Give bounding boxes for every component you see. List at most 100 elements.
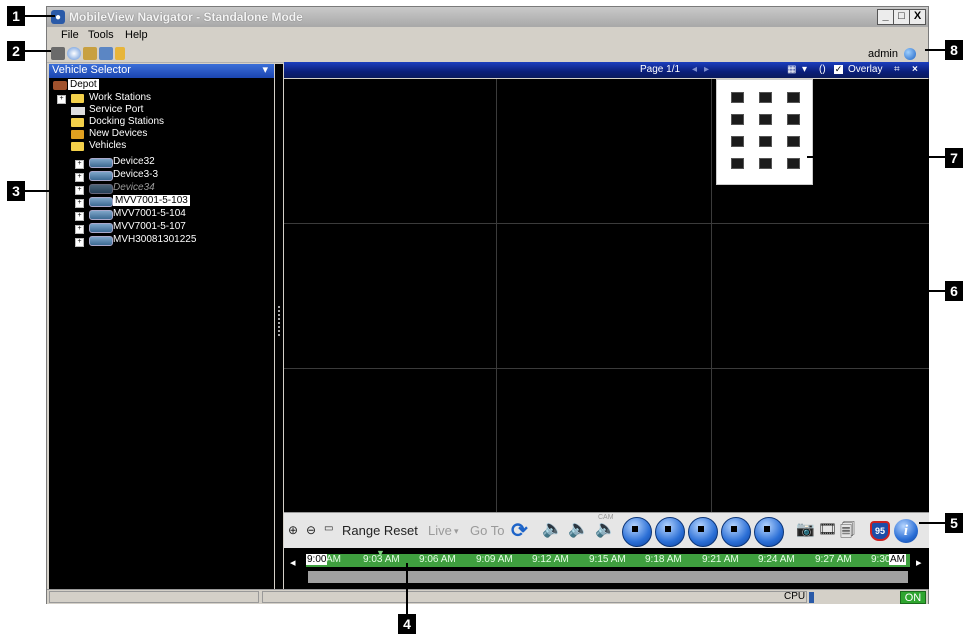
layout-7-icon[interactable] (787, 136, 800, 147)
expand-icon[interactable]: + (75, 225, 84, 234)
rewind-button[interactable] (655, 517, 685, 547)
menu-file[interactable]: File (61, 29, 79, 41)
live-button[interactable]: Live (428, 523, 452, 538)
callout-6: 6 (945, 281, 963, 301)
tree-folder-vehicles[interactable]: Vehicles (89, 140, 126, 151)
tree-vehicle-device3-3[interactable]: Device3-3 (113, 169, 158, 180)
status-cell (262, 591, 807, 603)
chevron-down-icon[interactable]: ▾ (802, 64, 807, 75)
layout-popup (716, 79, 813, 185)
restore-button[interactable]: □ (893, 9, 910, 25)
minimize-button[interactable]: _ (877, 9, 894, 25)
layout-4x4-icon[interactable] (731, 158, 744, 169)
route-shield-icon[interactable]: 95 (870, 521, 890, 541)
timeline-tick: 9:12 AM (532, 554, 569, 565)
export-icon[interactable]: 🗐 (840, 520, 855, 545)
step-back-button[interactable] (622, 517, 652, 547)
rotate-icon[interactable]: () (819, 64, 826, 75)
layout-1x1-icon[interactable] (731, 92, 744, 103)
globe-icon[interactable] (67, 47, 81, 60)
camera-icon[interactable] (51, 47, 65, 60)
panel-splitter[interactable] (275, 64, 283, 589)
page-next-icon[interactable]: ▸ (704, 64, 709, 75)
layout-9-icon[interactable] (787, 158, 800, 169)
chevron-down-icon[interactable]: ▾ (454, 526, 459, 537)
overlay-checkbox[interactable]: ✓ (834, 65, 843, 74)
service-port-icon (71, 107, 85, 115)
video-top-bar: Page 1/1 ◂ ▸ ▦ ▾ () ✓ Overlay ⌗ × (284, 62, 929, 78)
vehicle-selector-dropdown[interactable]: Vehicle Selector ▾ (49, 64, 274, 78)
step-forward-button[interactable] (754, 517, 784, 547)
layout-6-icon[interactable] (759, 136, 772, 147)
timeline-left-arrow-icon[interactable]: ◂ (290, 556, 296, 569)
layout-2x2-icon[interactable] (787, 92, 800, 103)
expand-icon[interactable]: + (75, 238, 84, 247)
title-bar[interactable]: ● MobileView Navigator - Standalone Mode… (47, 7, 928, 27)
expand-icon[interactable]: + (75, 173, 84, 182)
speaker-muted-icon[interactable]: 🔈 (568, 519, 589, 539)
layout-3-icon[interactable] (759, 114, 772, 125)
film-reel-icon[interactable]: 🎞 (818, 520, 837, 538)
range-icon: ▭ (324, 523, 334, 534)
expand-icon[interactable]: + (75, 199, 84, 208)
fast-forward-button[interactable] (721, 517, 751, 547)
timeline-scrollbar[interactable] (308, 571, 908, 583)
folder-icon (71, 142, 84, 151)
menu-tools[interactable]: Tools (88, 29, 114, 41)
report-icon[interactable] (83, 47, 97, 60)
zoom-out-icon[interactable]: ⊖ (306, 523, 316, 537)
layout-3x3-icon[interactable] (731, 136, 744, 147)
folder-icon (71, 118, 84, 127)
tree-vehicle-mvv7001-5-104[interactable]: MVV7001-5-104 (113, 208, 186, 219)
vehicle-device-icon (89, 158, 113, 168)
tree-folder-new-devices[interactable]: New Devices (89, 128, 147, 139)
layout-grid-icon[interactable]: ▦ (787, 64, 796, 75)
vehicle-device-icon (89, 197, 113, 207)
callout-2: 2 (7, 41, 25, 61)
expand-icon[interactable]: + (75, 186, 84, 195)
page-prev-icon[interactable]: ◂ (692, 64, 697, 75)
overlay-label: Overlay (848, 64, 883, 75)
tree-vehicle-device32[interactable]: Device32 (113, 156, 155, 167)
fullscreen-icon[interactable]: ⌗ (894, 64, 900, 75)
timeline-tick: 9:09 AM (476, 554, 513, 565)
expand-icon[interactable]: + (57, 95, 66, 104)
menu-help[interactable]: Help (125, 29, 148, 41)
callout-line (25, 190, 51, 192)
info-icon[interactable] (904, 48, 916, 60)
vehicle-device-icon (89, 171, 113, 181)
depot-icon (53, 81, 67, 90)
tree-vehicle-selected[interactable]: MVV7001-5-103 (113, 195, 190, 206)
close-button[interactable]: X (909, 9, 926, 25)
loop-icon[interactable]: ⟳ (511, 518, 528, 543)
key-icon[interactable] (115, 47, 125, 60)
layout-5-icon[interactable] (787, 114, 800, 125)
layout-2-icon[interactable] (759, 92, 772, 103)
users-icon[interactable] (99, 47, 113, 60)
info-button[interactable]: i (894, 519, 918, 543)
range-reset-button[interactable]: Range Reset (342, 523, 418, 538)
play-button[interactable] (688, 517, 718, 547)
speaker-muted-icon[interactable]: 🔈 (542, 519, 563, 539)
tree-root-depot[interactable]: Depot (68, 79, 99, 90)
tree-folder-docking-stations[interactable]: Docking Stations (89, 116, 164, 127)
layout-8-icon[interactable] (759, 158, 772, 169)
layout-4-icon[interactable] (731, 114, 744, 125)
tree-folder-service-port[interactable]: Service Port (89, 104, 143, 115)
zoom-in-icon[interactable]: ⊕ (288, 523, 298, 537)
current-user: admin (868, 48, 898, 60)
tree-vehicle-mvv7001-5-107[interactable]: MVV7001-5-107 (113, 221, 186, 232)
snapshot-camera-icon[interactable]: 📷 (796, 520, 815, 538)
timeline-right-arrow-icon[interactable]: ▸ (916, 556, 922, 569)
goto-button[interactable]: Go To (470, 523, 504, 538)
expand-icon[interactable]: + (75, 212, 84, 221)
timeline-tick: 9:15 AM (589, 554, 626, 565)
vehicle-device-icon (89, 223, 113, 233)
tree-vehicle-mvh30081301225[interactable]: MVH30081301225 (113, 234, 196, 245)
tree-vehicle-device34[interactable]: Device34 (113, 182, 155, 193)
expand-icon[interactable]: + (75, 160, 84, 169)
tree-folder-work-stations[interactable]: Work Stations (89, 92, 151, 103)
timeline-marker-icon[interactable]: ▼ (376, 548, 385, 558)
close-panel-icon[interactable]: × (912, 64, 918, 75)
timeline-track[interactable]: 9:00 AM 9:03 AM 9:06 AM 9:09 AM 9:12 AM … (306, 548, 910, 567)
